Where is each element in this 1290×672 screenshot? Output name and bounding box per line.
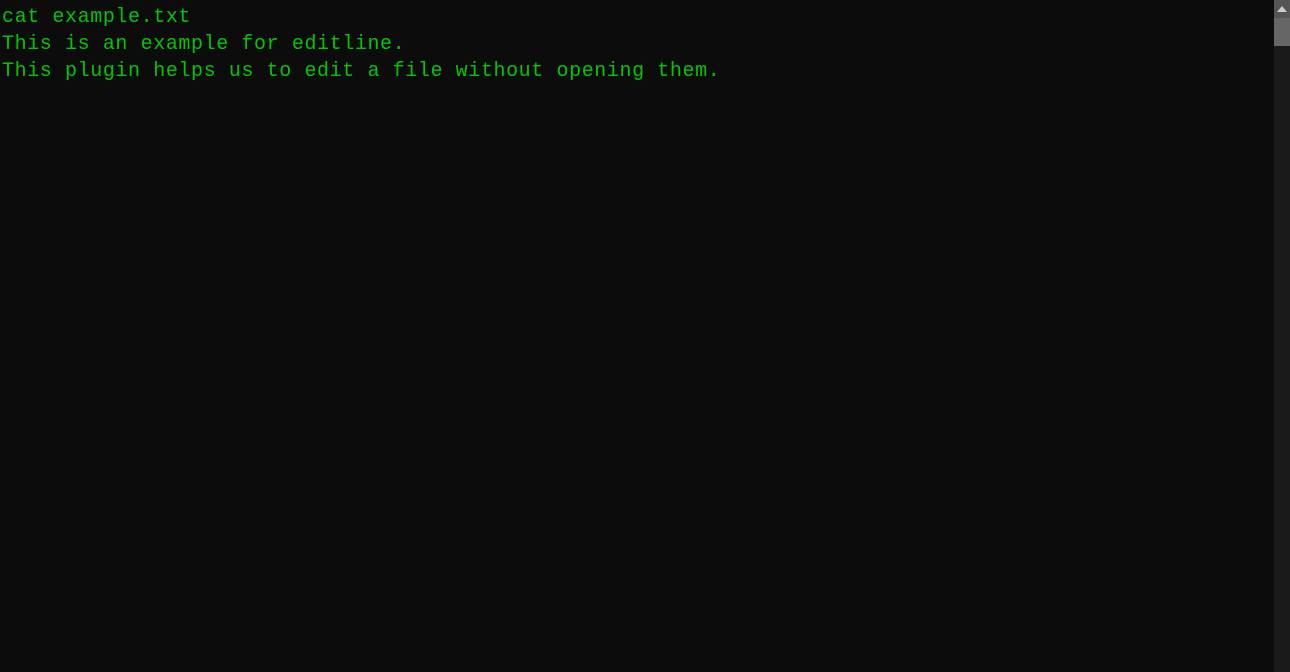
terminal-line [2,193,1290,220]
terminal-line [2,85,1290,112]
terminal-line [2,139,1290,166]
terminal-line [2,382,1290,409]
terminal-line [2,409,1290,436]
terminal-line [2,544,1290,571]
terminal-output: cat example.txtThis is an example for ed… [2,4,1290,571]
terminal-line [2,274,1290,301]
terminal-line [2,463,1290,490]
terminal-line [2,247,1290,274]
terminal-line [2,436,1290,463]
terminal-line: This plugin helps us to edit a file with… [2,58,1290,85]
terminal-line [2,328,1290,355]
terminal-line [2,301,1290,328]
terminal-line: This is an example for editline. [2,31,1290,58]
terminal-line [2,355,1290,382]
scrollbar-track [1274,0,1290,672]
terminal-line [2,220,1290,247]
terminal-window[interactable]: cat example.txtThis is an example for ed… [0,0,1290,672]
terminal-line [2,517,1290,544]
terminal-line [2,490,1290,517]
scrollbar-thumb[interactable] [1274,18,1290,46]
terminal-line: cat example.txt [2,4,1290,31]
terminal-line [2,112,1290,139]
scrollbar-up-arrow[interactable] [1274,0,1290,18]
terminal-line [2,166,1290,193]
